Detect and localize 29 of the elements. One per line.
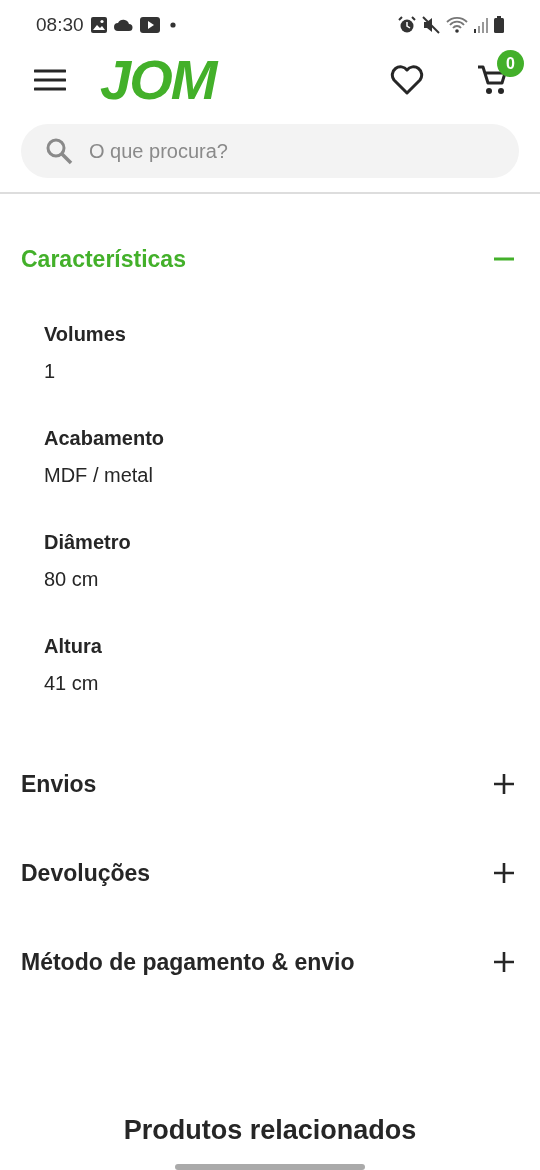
alarm-icon [398,15,416,34]
plus-icon[interactable] [494,774,514,794]
video-icon [139,16,160,33]
section-title[interactable]: Método de pagamento & envio [21,948,355,976]
plus-icon[interactable] [494,863,514,883]
mute-icon [422,15,440,34]
heart-icon[interactable] [390,65,424,96]
property-value: 80 cm [44,568,100,591]
clock-time: 08:30 [36,13,84,36]
section-title[interactable]: Devoluções [21,859,151,887]
property-value: MDF / metal [44,464,154,487]
menu-icon[interactable] [34,69,66,92]
cart-count-badge: 0 [497,50,524,78]
image-icon [89,15,108,34]
signal-icon [474,16,488,33]
property-label: Acabamento [44,427,166,450]
cart-icon[interactable] [476,64,508,97]
section-title[interactable]: Envios [21,770,97,798]
property-label: Diâmetro [44,531,132,554]
plus-icon[interactable] [494,952,514,972]
cloud-icon [113,17,134,32]
wifi-icon [446,15,468,34]
property-label: Altura [44,635,103,658]
section-heading: Produtos relacionados [123,1115,417,1146]
search-field[interactable]: O que procura? [21,124,519,178]
property-value: 1 [44,360,57,383]
battery-icon [494,16,504,34]
property-label: Volumes [44,323,127,346]
property-value: 41 cm [44,672,100,695]
